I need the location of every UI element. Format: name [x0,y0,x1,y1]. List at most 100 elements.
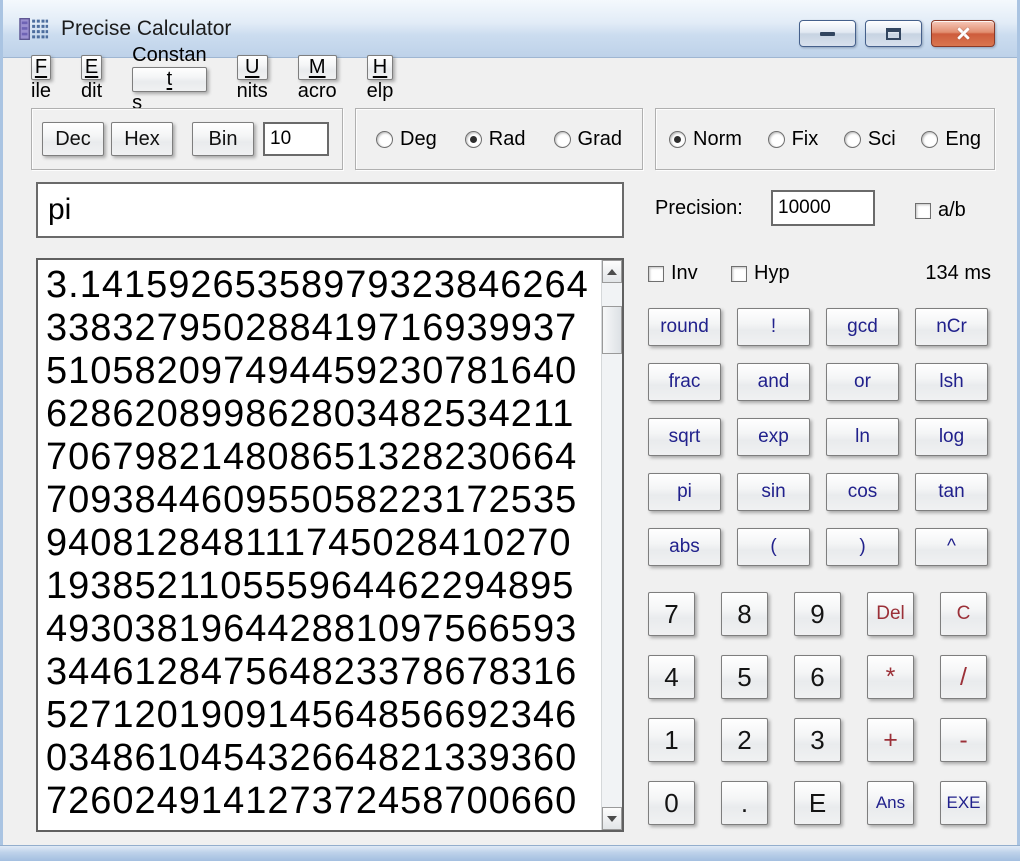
menu-edit[interactable]: Edit [81,55,103,103]
key-e[interactable]: E [794,781,841,825]
key-tan[interactable]: tan [915,473,988,511]
result-line: 338327950288419716939937 [46,307,578,349]
result-line: 344612847564823378678316 [46,651,578,693]
dec-button[interactable]: Dec [42,122,104,156]
radio-rad[interactable]: Rad [464,127,526,151]
key-0[interactable]: 0 [648,781,695,825]
bin-button[interactable]: Bin [192,122,254,156]
eng-radio-icon [921,130,939,148]
grad-radio-icon [553,130,571,148]
key-exe[interactable]: EXE [940,781,987,825]
radio-grad[interactable]: Grad [553,128,622,151]
norm-label: Norm [693,127,742,150]
window-title: Precise Calculator [61,16,232,40]
scrollbar-thumb[interactable] [602,306,622,354]
result-line: 510582097494459230781640 [46,350,578,392]
key-8[interactable]: 8 [721,592,768,636]
menu-file[interactable]: File [31,55,52,103]
scroll-down-button[interactable] [602,807,622,830]
key-lsh[interactable]: lsh [915,363,988,401]
base-input[interactable] [263,122,329,156]
menu-units[interactable]: Units [236,55,268,103]
ab-checkbox[interactable]: a/b [915,199,966,222]
menu-constants[interactable]: Constan t s [132,44,207,115]
key-2[interactable]: 2 [721,718,768,762]
key-9[interactable]: 9 [794,592,841,636]
fix-radio-icon [767,130,785,148]
key-close-paren[interactable]: ) [826,528,899,566]
minimize-button[interactable] [799,20,856,47]
maximize-button[interactable] [865,20,922,47]
key-plus[interactable]: + [867,718,914,762]
deg-label: Deg [400,127,437,150]
key-divide[interactable]: / [940,655,987,699]
key-open-paren[interactable]: ( [737,528,810,566]
key-exp[interactable]: exp [737,418,810,456]
hex-button[interactable]: Hex [111,122,173,156]
key-ncr[interactable]: nCr [915,308,988,346]
radio-eng[interactable]: Eng [921,128,981,151]
menu-help[interactable]: Help [366,55,394,103]
key-dot[interactable]: . [721,781,768,825]
key-ans[interactable]: Ans [867,781,914,825]
key-1[interactable]: 1 [648,718,695,762]
radio-deg[interactable]: Deg [376,128,437,151]
key-pi[interactable]: pi [648,473,721,511]
result-display[interactable]: 3.14159265358979323846264 33832795028841… [36,258,624,832]
key-6[interactable]: 6 [794,655,841,699]
close-icon [955,25,972,42]
result-scrollbar[interactable] [601,260,622,830]
key-or[interactable]: or [826,363,899,401]
norm-radio-icon [669,130,686,148]
key-gcd[interactable]: gcd [826,308,899,346]
key-7[interactable]: 7 [648,592,695,636]
caption-buttons [799,20,995,47]
close-button[interactable] [931,20,995,47]
result-line: 940812848111745028410270 [46,522,572,564]
key-3[interactable]: 3 [794,718,841,762]
hyp-checkbox-icon [731,265,747,282]
key-del[interactable]: Del [867,592,914,636]
radio-norm[interactable]: Norm [669,128,742,151]
maximize-icon [886,27,901,40]
result-line: 493038196442881097566593 [46,608,578,650]
key-round[interactable]: round [648,308,721,346]
result-line: 726024914127372458700660 [46,780,578,822]
key-abs[interactable]: abs [648,528,721,566]
key-5[interactable]: 5 [721,655,768,699]
result-line: 3.14159265358979323846264 [46,264,589,306]
hyp-checkbox[interactable]: Hyp [731,262,790,285]
key-cos[interactable]: cos [826,473,899,511]
precision-label: Precision: [655,197,743,219]
base-groupbox: Dec Hex Bin [31,108,343,170]
rad-radio-icon [464,130,482,148]
window-bottom-border [0,845,1020,861]
ab-label: a/b [938,199,966,221]
key-ln[interactable]: ln [826,418,899,456]
key-multiply[interactable]: * [867,655,914,699]
result-text: 3.14159265358979323846264 33832795028841… [38,260,600,830]
key-factorial[interactable]: ! [737,308,810,346]
key-4[interactable]: 4 [648,655,695,699]
radio-sci[interactable]: Sci [843,128,896,151]
key-and[interactable]: and [737,363,810,401]
function-key-grid: round ! gcd nCr frac and or lsh sqrt exp… [648,308,988,566]
rad-label: Rad [488,127,526,150]
menu-bar: File Edit Constan t s Units Macro Help [3,44,1017,114]
scroll-up-button[interactable] [602,260,622,283]
menu-macro[interactable]: Macro [297,55,337,103]
key-log[interactable]: log [915,418,988,456]
inv-checkbox-icon [648,265,664,282]
key-sin[interactable]: sin [737,473,810,511]
key-power[interactable]: ^ [915,528,988,566]
precision-input[interactable] [771,190,875,226]
key-frac[interactable]: frac [648,363,721,401]
scroll-down-icon [607,815,617,822]
inv-checkbox[interactable]: Inv [648,262,698,285]
expression-input[interactable] [36,182,624,238]
scroll-up-icon [607,268,617,275]
key-clear[interactable]: C [940,592,987,636]
key-sqrt[interactable]: sqrt [648,418,721,456]
key-minus[interactable]: - [940,718,987,762]
radio-fix[interactable]: Fix [767,128,818,151]
